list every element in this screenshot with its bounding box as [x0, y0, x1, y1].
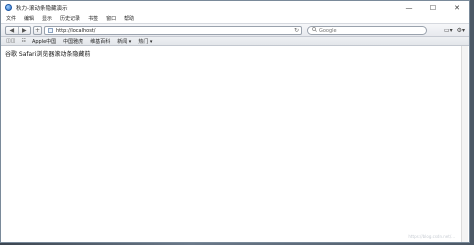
window-title: 秋力-滚动条隐藏演示 — [16, 5, 68, 12]
vertical-scrollbar[interactable] — [461, 46, 468, 242]
forward-button[interactable]: ▶ — [17, 27, 31, 34]
address-bar[interactable]: http://localhost/ ↻ — [44, 26, 302, 35]
bookmark-yahoo-china[interactable]: 中国雅虎 — [63, 38, 83, 45]
page-menu-button[interactable]: ▭▾ — [444, 26, 453, 35]
bookmark-popular[interactable]: 热门 ▾ — [138, 38, 152, 45]
watermark: https://blog.csdn.net/... — [408, 234, 455, 239]
menu-view[interactable]: 显示 — [42, 15, 52, 22]
navigation-toolbar: ◀ ▶ + http://localhost/ ↻ ▭▾ ⚙▾ — [1, 23, 469, 37]
back-button[interactable]: ◀ — [6, 27, 18, 34]
page-icon — [48, 28, 53, 33]
bookmark-news[interactable]: 新闻 ▾ — [117, 38, 131, 45]
back-forward-group: ◀ ▶ — [5, 26, 31, 35]
search-input[interactable] — [319, 27, 409, 34]
close-button[interactable]: ✕ — [445, 1, 469, 14]
search-icon — [312, 27, 317, 34]
add-bookmark-button[interactable]: + — [33, 26, 42, 35]
page-content[interactable]: 谷歌 Safari浏览器滚动条隐藏前 — [1, 46, 462, 242]
right-tools: ▭▾ ⚙▾ — [444, 26, 465, 35]
search-bar[interactable] — [307, 26, 427, 35]
bookmarks-bar: ◫◫ ☷ Apple中国 中国雅虎 维基百科 新闻 ▾ 热门 ▾ — [1, 37, 469, 46]
menu-help[interactable]: 帮助 — [124, 15, 134, 22]
bookmark-apple-china[interactable]: Apple中国 — [32, 38, 56, 45]
settings-button[interactable]: ⚙▾ — [457, 26, 465, 35]
menu-bookmarks[interactable]: 书签 — [88, 15, 98, 22]
menu-bar: 文件 编辑 显示 历史记录 书签 窗口 帮助 — [1, 14, 469, 23]
maximize-button[interactable]: ☐ — [421, 1, 445, 14]
page-text: 谷歌 Safari浏览器滚动条隐藏前 — [5, 51, 91, 58]
menu-window[interactable]: 窗口 — [106, 15, 116, 22]
menu-history[interactable]: 历史记录 — [60, 15, 80, 22]
reading-list-icon[interactable]: ◫◫ — [6, 38, 15, 44]
reload-icon[interactable]: ↻ — [294, 27, 299, 35]
address-text[interactable]: http://localhost/ — [56, 28, 95, 34]
safari-app-icon — [5, 4, 12, 11]
minimize-button[interactable]: — — [397, 1, 421, 14]
menu-edit[interactable]: 编辑 — [24, 15, 34, 22]
bookmark-wikipedia[interactable]: 维基百科 — [90, 38, 110, 45]
title-bar[interactable]: 秋力-滚动条隐藏演示 — ☐ ✕ — [1, 1, 469, 14]
top-sites-icon[interactable]: ☷ — [21, 38, 25, 44]
window-controls: — ☐ ✕ — [397, 1, 469, 14]
browser-window: 秋力-滚动条隐藏演示 — ☐ ✕ 文件 编辑 显示 历史记录 书签 窗口 帮助 … — [0, 0, 470, 243]
menu-file[interactable]: 文件 — [6, 15, 16, 22]
